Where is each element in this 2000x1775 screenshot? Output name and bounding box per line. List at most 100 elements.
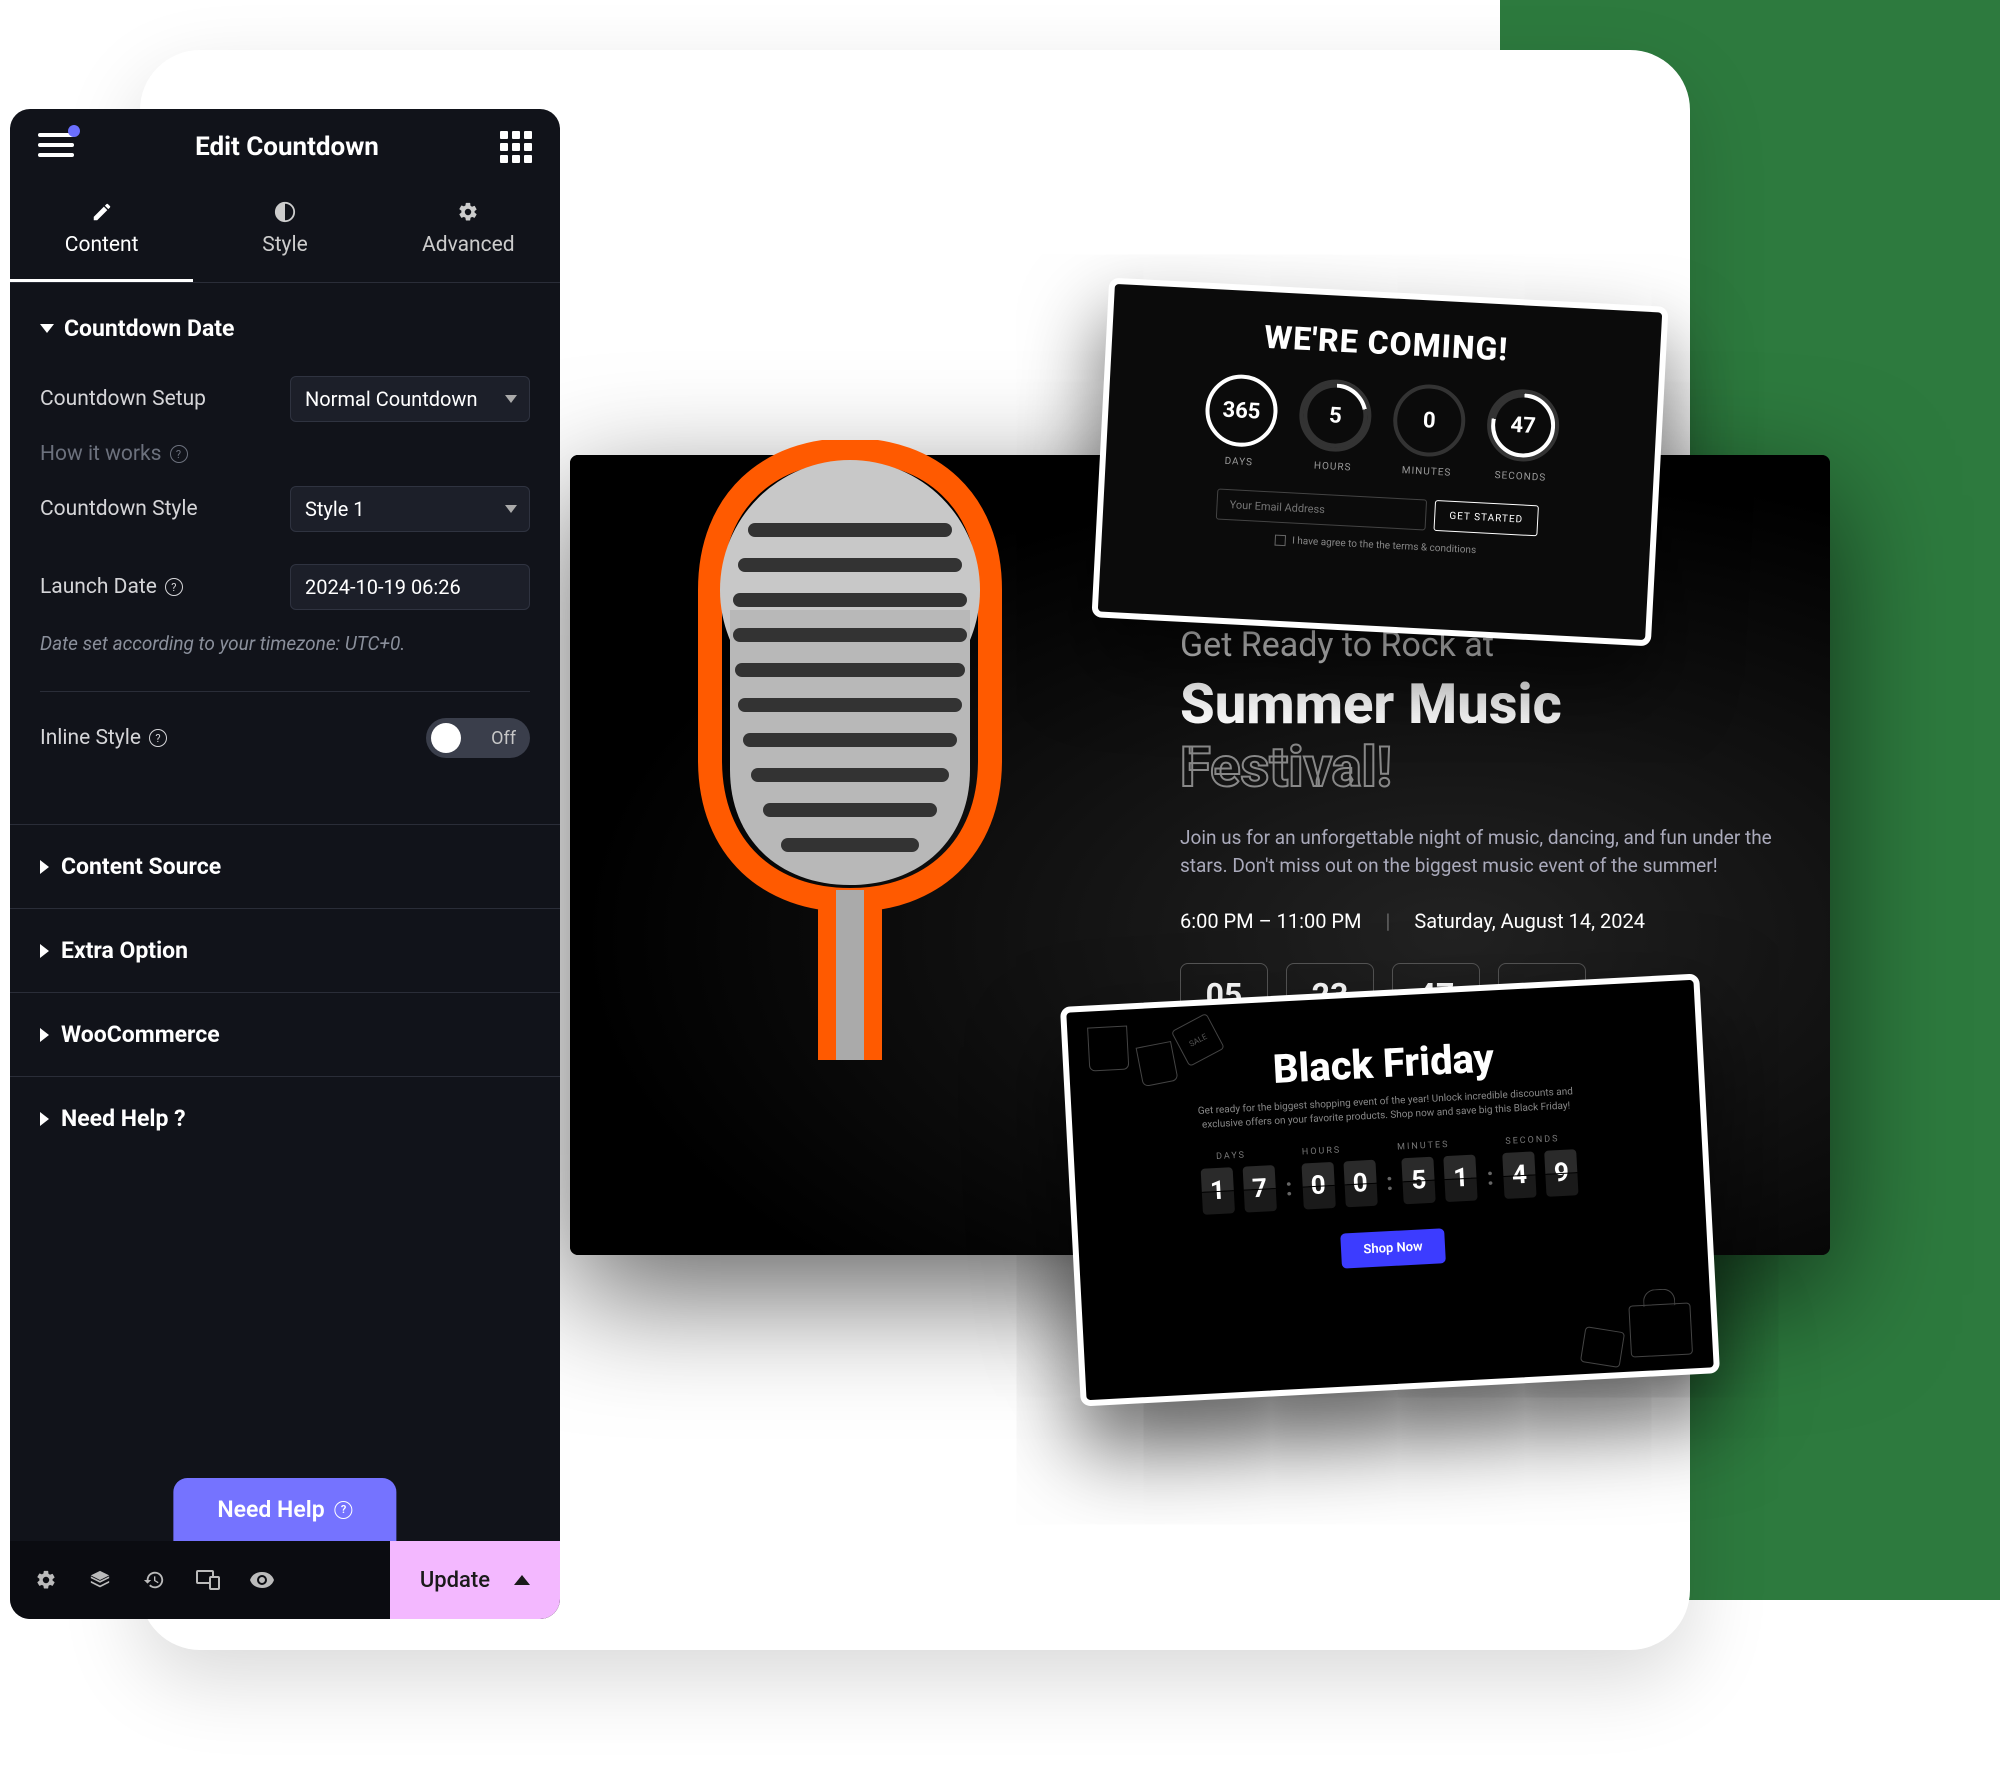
how-it-works-text: How it works <box>40 442 162 466</box>
chevron-right-icon <box>40 1028 49 1042</box>
divider-bar: | <box>1386 909 1391 933</box>
tab-content[interactable]: Content <box>10 181 193 282</box>
ring-value: 5 <box>1328 403 1342 429</box>
flip-digit: 4 <box>1502 1151 1536 1199</box>
how-it-works-label: How it works ? <box>40 442 188 466</box>
section-extra-option[interactable]: Extra Option <box>10 908 560 992</box>
gift-icon <box>1628 1302 1693 1357</box>
toggle-knob <box>431 723 461 753</box>
editor-tabs: Content Style Advanced <box>10 181 560 283</box>
flip-digit: 7 <box>1242 1165 1276 1213</box>
layers-icon[interactable] <box>76 1556 124 1604</box>
microphone-icon <box>650 440 1050 1060</box>
flip-label: MINUTES <box>1397 1140 1450 1153</box>
help-icon: ? <box>170 445 188 463</box>
email-input[interactable] <box>1216 489 1427 531</box>
chevron-right-icon <box>40 1112 49 1126</box>
gear-icon <box>457 201 479 223</box>
ring-label: MINUTES <box>1390 465 1462 480</box>
help-pill-label: Need Help <box>217 1496 324 1523</box>
countdown-setup-select[interactable]: Normal Countdown <box>290 376 530 422</box>
help-icon: ? <box>149 729 167 747</box>
countdown-style-value: Style 1 <box>305 497 365 521</box>
festival-time: 6:00 PM – 11:00 PM <box>1180 909 1362 933</box>
flip-digit: 1 <box>1200 1167 1234 1215</box>
countdown-setup-label: Countdown Setup <box>40 387 206 411</box>
ring-seconds: 47 SECONDS <box>1484 388 1561 485</box>
flip-digit: 9 <box>1544 1149 1578 1197</box>
tab-advanced[interactable]: Advanced <box>377 181 560 282</box>
editor-header: Edit Countdown <box>10 109 560 181</box>
field-how-it-works[interactable]: How it works ? <box>10 438 560 470</box>
notification-dot-icon <box>68 125 80 137</box>
settings-icon[interactable] <box>22 1556 70 1604</box>
festival-description: Join us for an unforgettable night of mu… <box>1180 824 1780 881</box>
history-icon[interactable] <box>130 1556 178 1604</box>
help-icon: ? <box>165 578 183 596</box>
colon: : <box>1385 1168 1393 1196</box>
flip-digit: 0 <box>1301 1162 1335 1210</box>
flip-label: HOURS <box>1302 1146 1342 1158</box>
launch-date-input[interactable]: 2024-10-19 06:26 <box>290 564 530 610</box>
gift-icon <box>1580 1326 1625 1368</box>
microphone-graphic <box>650 440 1050 1060</box>
flip-digit: 0 <box>1343 1160 1377 1208</box>
need-help-pill[interactable]: Need Help ? <box>173 1478 396 1541</box>
terms-text: I have agree to the the terms & conditio… <box>1292 536 1477 557</box>
section-content-source[interactable]: Content Source <box>10 824 560 908</box>
section-woocommerce[interactable]: WooCommerce <box>10 992 560 1076</box>
chevron-up-icon <box>514 1575 530 1585</box>
countdown-setup-value: Normal Countdown <box>305 387 478 411</box>
tab-advanced-label: Advanced <box>422 233 515 257</box>
update-button[interactable]: Update <box>390 1541 560 1619</box>
inline-style-toggle[interactable]: Off <box>426 718 530 758</box>
field-inline-style: Inline Style ? Off <box>10 692 560 784</box>
bag-icon <box>1087 1026 1129 1072</box>
hamburger-menu-button[interactable] <box>38 133 74 161</box>
section-countdown-date[interactable]: Countdown Date <box>10 283 560 360</box>
countdown-style-label: Countdown Style <box>40 497 198 521</box>
ring-value: 47 <box>1510 412 1537 438</box>
ring-minutes: 0MINUTES <box>1390 383 1467 480</box>
ring-value: 365 <box>1222 397 1261 424</box>
editor-panel: Edit Countdown Content Style Advanced Co… <box>10 109 560 1619</box>
section-need-help[interactable]: Need Help ? <box>10 1076 560 1160</box>
flip-label: SECONDS <box>1505 1134 1560 1147</box>
ring-hours: 5HOURS <box>1296 378 1373 475</box>
tab-style[interactable]: Style <box>193 181 376 282</box>
ring-days: 365 DAYS <box>1203 373 1280 470</box>
ring-label: SECONDS <box>1484 469 1556 484</box>
bag-icon <box>1136 1041 1179 1087</box>
terms-checkbox[interactable] <box>1275 535 1287 547</box>
contrast-icon <box>274 201 296 223</box>
responsive-icon[interactable] <box>184 1556 232 1604</box>
footer-icons <box>10 1556 390 1604</box>
coming-soon-card: WE'RE COMING! 365 DAYS 5HOURS 0MINUTES 47… <box>1091 278 1668 647</box>
widgets-grid-button[interactable] <box>500 131 532 163</box>
launch-date-value: 2024-10-19 06:26 <box>305 575 461 599</box>
ring-label: DAYS <box>1203 455 1275 470</box>
extra-option-label: Extra Option <box>61 937 188 964</box>
countdown-style-select[interactable]: Style 1 <box>290 486 530 532</box>
timezone-note: Date set according to your timezone: UTC… <box>10 626 560 681</box>
inline-style-label: Inline Style ? <box>40 726 167 750</box>
field-launch-date: Launch Date ? 2024-10-19 06:26 <box>10 548 560 626</box>
field-countdown-setup: Countdown Setup Normal Countdown <box>10 360 560 438</box>
flip-digit: 5 <box>1402 1157 1436 1205</box>
chevron-right-icon <box>40 944 49 958</box>
ring-countdown: 365 DAYS 5HOURS 0MINUTES 47 SECONDS <box>1136 369 1628 487</box>
flip-digit: 1 <box>1444 1154 1478 1202</box>
launch-date-label-text: Launch Date <box>40 575 157 599</box>
coming-title: WE'RE COMING! <box>1142 311 1631 374</box>
toggle-state: Off <box>491 728 516 749</box>
get-started-button[interactable]: GET STARTED <box>1434 500 1539 536</box>
colon: : <box>1285 1173 1293 1201</box>
update-label: Update <box>420 1568 490 1593</box>
chevron-right-icon <box>40 860 49 874</box>
preview-icon[interactable] <box>238 1556 286 1604</box>
shop-now-button[interactable]: Shop Now <box>1341 1228 1446 1268</box>
help-icon: ? <box>335 1501 353 1519</box>
festival-title: Summer Music <box>1180 675 1780 734</box>
section-title: Countdown Date <box>64 315 234 342</box>
woocommerce-label: WooCommerce <box>61 1021 220 1048</box>
